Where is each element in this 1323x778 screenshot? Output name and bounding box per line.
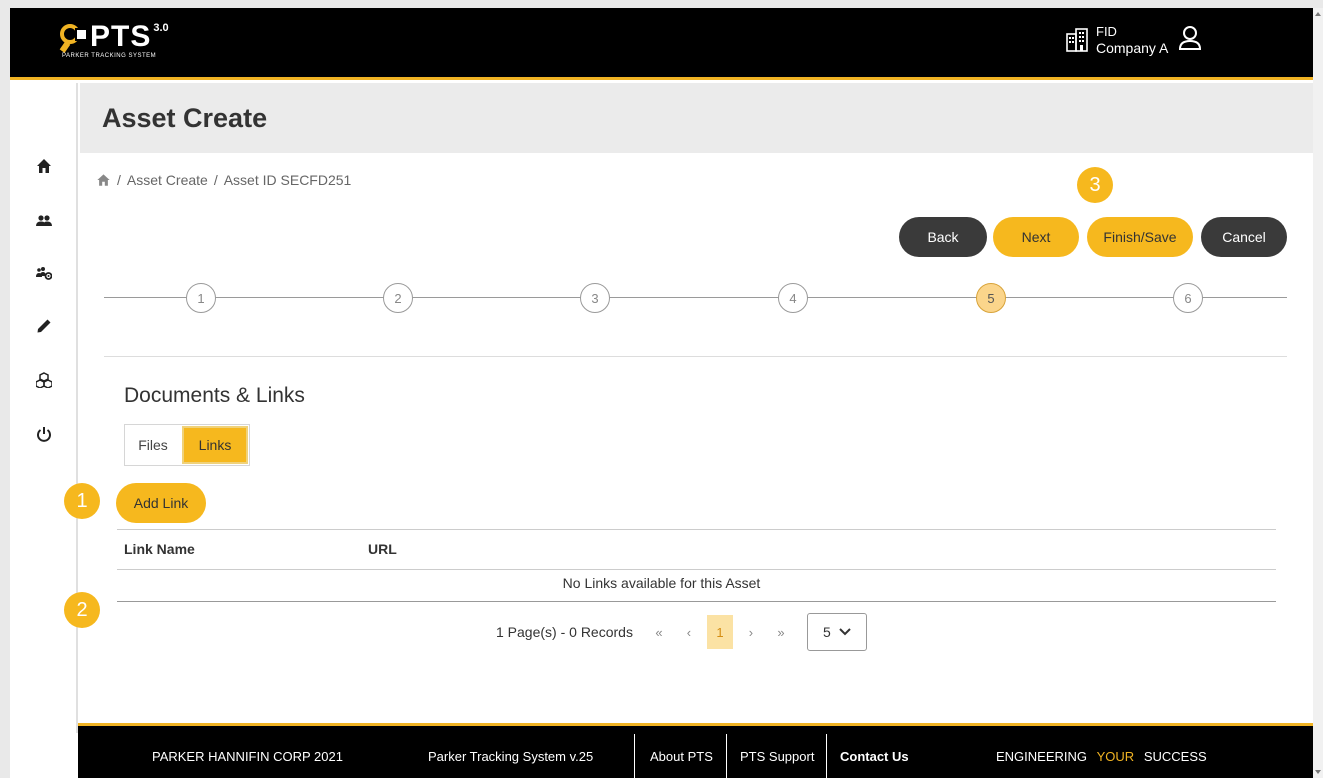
sidebar-item-assets[interactable] (34, 370, 54, 390)
step-6[interactable]: 6 (1173, 283, 1203, 313)
sidebar-item-user-settings[interactable] (34, 263, 54, 283)
sidebar-item-logout[interactable] (34, 424, 54, 444)
company-name: Company A (1096, 40, 1169, 56)
home-icon (37, 159, 51, 173)
callout-badge-2: 2 (64, 592, 100, 628)
column-header-url: URL (368, 541, 397, 557)
user-profile-icon[interactable] (1178, 25, 1202, 51)
page-size-value: 5 (823, 624, 831, 640)
power-icon (37, 427, 51, 442)
next-page-button[interactable]: › (739, 615, 763, 649)
sidebar-item-edit[interactable] (34, 316, 54, 336)
current-page[interactable]: 1 (706, 615, 733, 649)
breadcrumb-home-icon[interactable] (96, 173, 111, 187)
logo-text: PTS (90, 20, 152, 53)
company-selector[interactable]: FID Company A (1066, 24, 1202, 56)
vertical-scrollbar[interactable] (1313, 8, 1323, 778)
step-4[interactable]: 4 (778, 283, 808, 313)
callout-badge-1: 1 (64, 483, 100, 519)
page-size-select[interactable]: 5 (806, 613, 867, 651)
sidebar-item-home[interactable] (34, 156, 54, 176)
next-button[interactable]: Next (993, 217, 1079, 257)
section-title: Documents & Links (124, 384, 305, 407)
breadcrumb-asset-id: Asset ID SECFD251 (223, 172, 352, 188)
pagination: 1 Page(s) - 0 Records « ‹ 1 › » 5 (496, 612, 867, 652)
step-5-active[interactable]: 5 (976, 283, 1006, 313)
stepper-track (104, 297, 1287, 298)
back-button[interactable]: Back (899, 217, 987, 257)
last-page-button[interactable]: » (769, 615, 793, 649)
footer-about-link[interactable]: About PTS (650, 749, 713, 764)
title-band: Asset Create (80, 83, 1313, 153)
top-bar: PTS 3.0 PARKER TRACKING SYSTEM FID Compa… (10, 8, 1313, 80)
breadcrumb: / Asset Create / Asset ID SECFD251 (96, 172, 351, 188)
scroll-up-arrow-icon[interactable] (1315, 12, 1321, 16)
logo-subtitle: PARKER TRACKING SYSTEM (62, 53, 157, 59)
footer-contact-link[interactable]: Contact Us (840, 749, 909, 764)
tab-links[interactable]: Links (182, 426, 248, 464)
sidebar-item-users[interactable] (34, 210, 54, 230)
users-icon (36, 215, 52, 226)
sidebar (10, 83, 78, 733)
logo-version: 3.0 (153, 22, 169, 34)
company-code: FID (1096, 24, 1117, 39)
app-window: PTS 3.0 PARKER TRACKING SYSTEM FID Compa… (10, 8, 1313, 778)
footer-version: Parker Tracking System v.25 (428, 749, 594, 764)
scroll-down-arrow-icon[interactable] (1315, 770, 1321, 774)
footer-support-link[interactable]: PTS Support (740, 749, 814, 764)
tab-files[interactable]: Files (125, 425, 181, 465)
first-page-button[interactable]: « (647, 615, 671, 649)
footer: PARKER HANNIFIN CORP 2021 Parker Trackin… (78, 723, 1313, 778)
step-2[interactable]: 2 (383, 283, 413, 313)
chevron-down-icon (839, 628, 851, 636)
footer-slogan: ENGINEERING YOUR SUCCESS (996, 749, 1207, 764)
table-header-border (117, 569, 1276, 570)
pts-logo[interactable]: PTS 3.0 PARKER TRACKING SYSTEM (58, 22, 169, 66)
page-title: Asset Create (102, 103, 268, 133)
table-top-border (117, 529, 1276, 530)
building-icon (1066, 28, 1088, 52)
breadcrumb-asset-create[interactable]: Asset Create (127, 172, 208, 188)
empty-table-message: No Links available for this Asset (562, 575, 761, 591)
add-link-button[interactable]: Add Link (116, 483, 206, 523)
cancel-button[interactable]: Cancel (1201, 217, 1287, 257)
user-settings-icon (36, 267, 52, 280)
section-divider (104, 356, 1287, 357)
finish-save-button[interactable]: Finish/Save (1087, 217, 1193, 257)
callout-badge-3: 3 (1077, 167, 1113, 203)
pagination-summary: 1 Page(s) - 0 Records (496, 624, 633, 640)
step-3[interactable]: 3 (580, 283, 610, 313)
pencil-icon (37, 319, 51, 333)
logo-mark-icon (58, 22, 90, 53)
table-bottom-border (117, 601, 1276, 602)
column-header-link-name: Link Name (124, 541, 195, 557)
cubes-icon (36, 372, 52, 388)
footer-copyright: PARKER HANNIFIN CORP 2021 (152, 749, 343, 764)
step-1[interactable]: 1 (186, 283, 216, 313)
files-links-toggle: Files Links (124, 424, 250, 466)
prev-page-button[interactable]: ‹ (677, 615, 701, 649)
